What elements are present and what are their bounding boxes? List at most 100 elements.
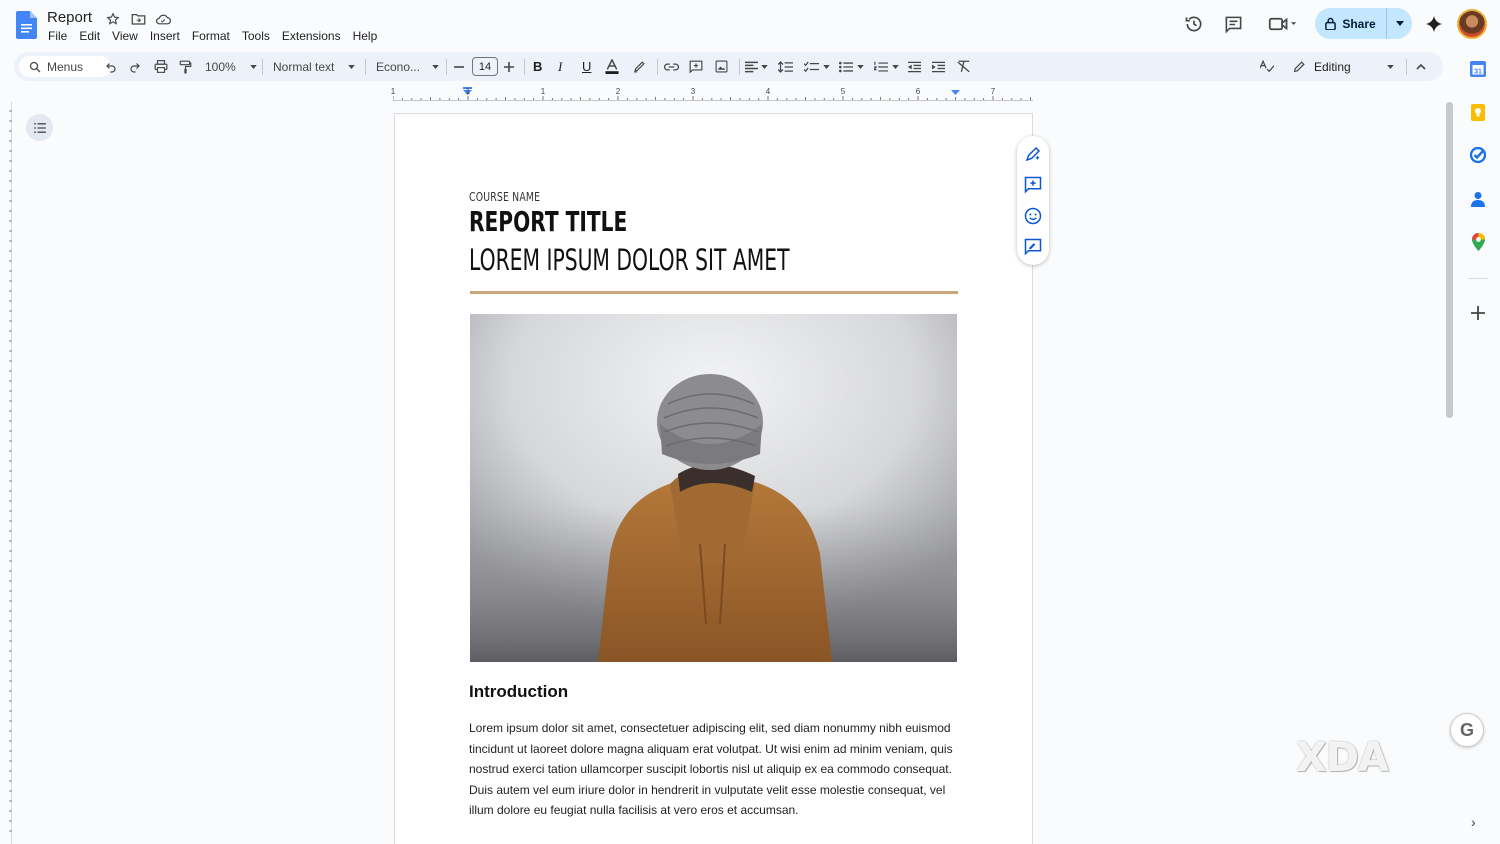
maps-icon[interactable] [1469, 233, 1487, 251]
help-me-write-icon[interactable] [1024, 145, 1042, 163]
highlight-color-icon[interactable] [633, 52, 646, 81]
bulleted-list-icon [839, 61, 853, 72]
font-family-value: Econo... [376, 59, 421, 74]
share-options-button[interactable] [1387, 8, 1412, 39]
caret-down-icon [761, 64, 768, 69]
ruler-number: 2 [615, 87, 621, 96]
menu-help[interactable]: Help [353, 29, 378, 43]
horizontal-ruler[interactable]: 1 1 1 2 3 4 5 6 7 [390, 87, 1033, 101]
vertical-ruler[interactable] [0, 101, 12, 844]
add-comment-icon[interactable] [689, 52, 703, 81]
search-menus-input[interactable]: Menus [19, 56, 111, 77]
toolbar-divider [657, 59, 658, 75]
account-avatar[interactable] [1457, 9, 1487, 39]
docs-logo-icon[interactable] [16, 11, 37, 39]
menu-bar: File Edit View Insert Format Tools Exten… [48, 29, 389, 43]
insert-image-icon[interactable] [715, 52, 728, 81]
right-indent-marker [951, 90, 960, 95]
ruler-number: 3 [690, 87, 696, 96]
calendar-icon[interactable]: 31 [1469, 60, 1487, 78]
cloud-saved-icon[interactable] [155, 11, 171, 27]
keep-icon[interactable] [1469, 103, 1487, 121]
undo-icon[interactable] [105, 52, 117, 81]
increase-indent-icon[interactable] [932, 52, 945, 81]
add-comment-icon[interactable] [1024, 176, 1042, 194]
comments-icon[interactable] [1222, 13, 1244, 35]
clear-formatting-icon[interactable] [957, 52, 971, 81]
align-select[interactable] [745, 52, 768, 81]
move-folder-icon[interactable] [130, 11, 146, 27]
menu-file[interactable]: File [48, 29, 67, 43]
menu-edit[interactable]: Edit [79, 29, 100, 43]
decrease-indent-icon[interactable] [908, 52, 921, 81]
gemini-sparkle-icon[interactable] [1423, 13, 1445, 35]
toolbar-divider [1406, 59, 1407, 75]
paint-format-icon[interactable] [179, 52, 192, 81]
increase-font-size-icon[interactable] [504, 52, 514, 81]
introduction-heading[interactable]: Introduction [469, 682, 568, 702]
introduction-paragraph[interactable]: Lorem ipsum dolor sit amet, consectetuer… [469, 718, 964, 821]
side-panel-divider [1468, 278, 1488, 279]
collapse-menus-icon[interactable] [1416, 52, 1426, 81]
toolbar-divider [262, 59, 263, 75]
editing-mode-select[interactable]: Editing [1289, 54, 1397, 79]
caret-down-icon [250, 64, 257, 69]
tasks-icon[interactable] [1469, 146, 1487, 164]
bold-icon[interactable]: B [533, 52, 542, 81]
grammarly-icon[interactable]: G [1450, 713, 1484, 747]
add-addon-icon[interactable] [1469, 304, 1487, 322]
floating-actions-panel [1017, 136, 1049, 265]
ruler-number: 6 [915, 87, 921, 96]
print-icon[interactable] [154, 52, 168, 81]
redo-icon[interactable] [129, 52, 141, 81]
align-left-icon [745, 61, 758, 72]
insert-link-icon[interactable] [664, 52, 679, 81]
star-icon[interactable] [105, 11, 121, 27]
suggest-edits-icon[interactable] [1024, 238, 1042, 256]
underline-icon[interactable]: U [582, 52, 591, 81]
bulleted-list-select[interactable] [839, 52, 864, 81]
zoom-select[interactable]: 100% [205, 52, 257, 81]
meet-icon[interactable] [1266, 13, 1300, 35]
text-color-icon[interactable] [605, 52, 619, 81]
spelling-check-icon[interactable] [1260, 52, 1274, 81]
course-name[interactable]: COURSE NAME [469, 190, 540, 204]
emoji-reaction-icon[interactable] [1024, 207, 1042, 225]
document-title[interactable]: Report [47, 9, 92, 26]
report-title[interactable]: REPORT TITLE [469, 205, 627, 238]
decrease-font-size-icon[interactable] [454, 52, 464, 81]
show-side-panel-icon[interactable]: › [1471, 814, 1476, 830]
menu-view[interactable]: View [112, 29, 138, 43]
ruler-number: 7 [990, 87, 996, 96]
report-subtitle[interactable]: LOREM IPSUM DOLOR SIT AMET [469, 243, 789, 277]
italic-icon[interactable]: I [558, 52, 562, 81]
search-icon [29, 61, 41, 72]
svg-text:31: 31 [1474, 69, 1482, 76]
cover-photo[interactable] [470, 314, 957, 662]
numbered-list-select[interactable] [874, 52, 899, 81]
menu-insert[interactable]: Insert [150, 29, 180, 43]
outline-list-icon [33, 122, 46, 133]
ruler-number: 5 [840, 87, 846, 96]
version-history-icon[interactable] [1183, 13, 1205, 35]
pencil-icon [1293, 61, 1305, 73]
checklist-select[interactable] [804, 52, 830, 81]
menu-tools[interactable]: Tools [242, 29, 270, 43]
caret-down-icon [857, 64, 864, 69]
title-divider [470, 291, 958, 294]
menu-extensions[interactable]: Extensions [282, 29, 341, 43]
font-family-select[interactable]: Econo... [376, 52, 439, 81]
line-spacing-icon[interactable] [778, 52, 793, 81]
share-button[interactable]: Share [1315, 8, 1412, 39]
font-size-input[interactable]: 14 [472, 57, 498, 76]
document-outline-button[interactable] [26, 114, 53, 141]
caret-down-icon [823, 64, 830, 69]
ruler-number: 1 [465, 87, 471, 96]
paragraph-style-select[interactable]: Normal text [273, 52, 356, 81]
contacts-icon[interactable] [1469, 190, 1487, 208]
vertical-scrollbar[interactable] [1446, 102, 1453, 418]
toolbar-divider [446, 59, 447, 75]
ruler-number: 1 [390, 87, 396, 96]
menu-format[interactable]: Format [192, 29, 230, 43]
toolbar-divider [739, 59, 740, 75]
